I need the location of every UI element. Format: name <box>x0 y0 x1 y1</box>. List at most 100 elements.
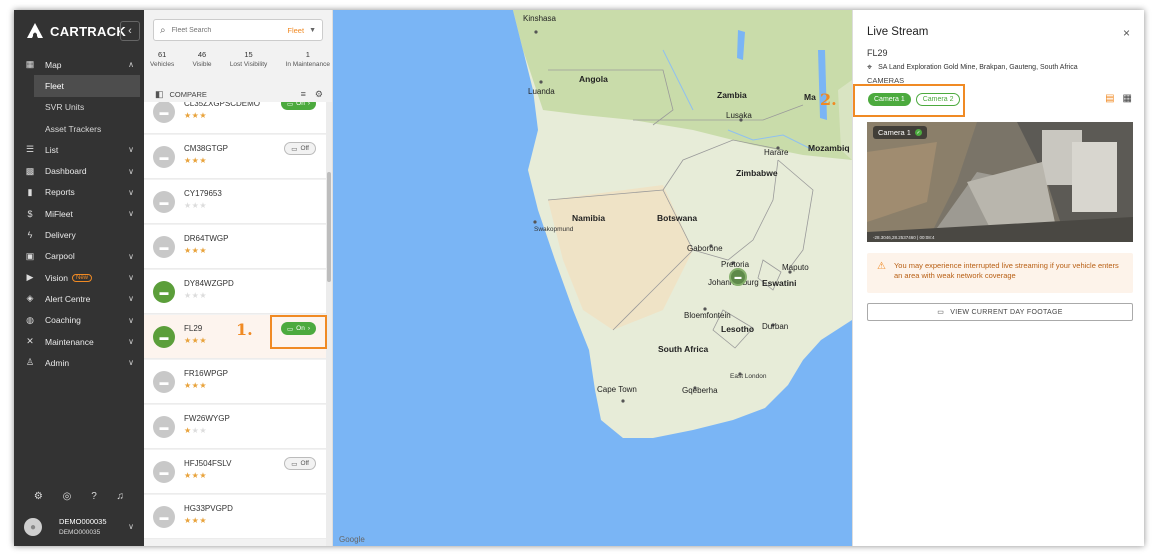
sidebar-item-vision[interactable]: ▶ Vision New ∨ <box>14 267 144 288</box>
camera-video-feed[interactable]: Camera 1 ✓ -28.3046,28.2537460 | 00:08:4 <box>867 122 1133 242</box>
camera-off-toggle[interactable]: ▭ Off <box>284 457 316 470</box>
fleet-search[interactable]: ⌕ Fleet ▼ <box>153 19 323 41</box>
gear-icon[interactable]: ⚙ <box>34 491 43 502</box>
vehicle-row[interactable]: ▬ CY179653 ★★★ <box>144 180 326 224</box>
sidebar-item-label: Vision <box>45 272 68 283</box>
sidebar-item-alert-centre[interactable]: ◈ Alert Centre ∨ <box>14 288 144 309</box>
vehicle-car-icon: ▬ <box>153 191 175 213</box>
search-filter-value[interactable]: Fleet <box>287 26 304 35</box>
video-icon: ▶ <box>26 272 34 283</box>
user-names: DEMO000035 DEMO000035 <box>59 516 107 538</box>
stat-lost-visibility[interactable]: 15 Lost Visibility <box>230 50 267 70</box>
search-input[interactable] <box>171 26 267 34</box>
layout-toggle: ▤ ▦ <box>1105 93 1132 104</box>
map-label-east-london: East London <box>730 373 767 380</box>
view-current-day-footage-button[interactable]: ▭ VIEW CURRENT DAY FOOTAGE <box>867 303 1133 321</box>
stat-label: Visible <box>192 61 212 68</box>
sidebar-item-coaching[interactable]: ◍ Coaching ∨ <box>14 310 144 331</box>
map-label-gqeberha: Gqeberha <box>682 386 718 395</box>
stat-vehicles[interactable]: 61 Vehicles <box>150 50 174 70</box>
sidebar-item-list[interactable]: ☰ List ∨ <box>14 139 144 160</box>
vehicle-row[interactable]: ▬ HG33PVGPD ★★★ <box>144 495 326 539</box>
stat-number: 61 <box>157 50 167 59</box>
camera-on-toggle[interactable]: ▭ On › <box>281 102 316 110</box>
chevron-down-icon: ∨ <box>128 273 134 283</box>
map-view[interactable]: Angola Zambia Namibia Botswana Zimbabwe … <box>333 10 852 546</box>
map-label-maputo: Maputo <box>782 263 809 272</box>
sidebar-subitem-svr-units[interactable]: SVR Units <box>14 97 144 118</box>
filter-icon[interactable]: ≡ <box>301 89 306 100</box>
star-icon: ★ <box>199 516 208 525</box>
vehicle-car-icon: ▬ <box>153 506 175 528</box>
help-icon[interactable]: ? <box>91 491 97 502</box>
map-label-bloemfontein: Bloemfontein <box>684 311 731 320</box>
star-icon: ★ <box>199 201 208 210</box>
sidebar-subitem-asset-trackers[interactable]: Asset Trackers <box>14 118 144 139</box>
bell-icon[interactable]: ♫ <box>117 491 125 502</box>
vehicle-row[interactable]: ▬ FW26WYGP ★★★ <box>144 405 326 449</box>
video-off-icon: ▭ <box>291 145 298 153</box>
sidebar-item-maintenance[interactable]: ✕ Maintenance ∨ <box>14 331 144 352</box>
sidebar-item-admin[interactable]: ♙ Admin ∨ <box>14 352 144 373</box>
bolt-icon: ϟ <box>27 230 33 241</box>
user-menu[interactable]: ● DEMO000035 DEMO000035 ∨ <box>14 508 144 546</box>
vehicle-rating-stars: ★★★ <box>184 201 207 210</box>
compare-label[interactable]: COMPARE <box>170 90 207 99</box>
video-off-icon: ▭ <box>291 460 298 468</box>
map-label-eswatini: Eswatini <box>762 278 797 288</box>
sidebar-subitem-fleet[interactable]: Fleet <box>34 75 140 97</box>
location-pin-icon: ⌖ <box>867 62 873 72</box>
camera-status-label: On <box>296 102 305 107</box>
sidebar-item-label: Delivery <box>45 230 76 241</box>
vehicle-name: FW26WYGP <box>184 414 230 423</box>
star-icon: ★ <box>184 156 192 165</box>
logo[interactable]: CARTRACK <box>26 20 126 42</box>
map-label-mozambique: Mozambiq <box>808 143 850 153</box>
vehicle-car-icon: ▬ <box>153 236 175 258</box>
map-label-kinshasa: Kinshasa <box>523 14 556 23</box>
single-view-icon[interactable]: ▤ <box>1105 93 1114 104</box>
star-icon: ★ <box>184 516 192 525</box>
sidebar-item-label: Maintenance <box>45 336 94 347</box>
camera-status-label: Off <box>300 145 309 152</box>
sidebar-item-dashboard[interactable]: ▩ Dashboard ∨ <box>14 160 144 181</box>
star-icon: ★ <box>199 471 208 480</box>
shield-icon[interactable]: ◎ <box>63 491 72 502</box>
vehicle-name: CY179653 <box>184 189 222 198</box>
grid-view-icon[interactable]: ▦ <box>1123 93 1132 104</box>
map-label-botswana: Botswana <box>657 213 698 223</box>
vehicle-row[interactable]: ▬ FR16WPGP ★★★ <box>144 360 326 404</box>
settings-icon[interactable]: ⚙ <box>315 89 323 100</box>
vehicle-car-icon: ▬ <box>153 281 175 303</box>
caret-down-icon[interactable]: ▼ <box>309 27 316 34</box>
sidebar-item-reports[interactable]: ▮ Reports ∨ <box>14 182 144 203</box>
compare-icon[interactable]: ◧ <box>155 89 164 100</box>
annotation-1: 1. <box>236 320 253 339</box>
dollar-icon: $ <box>27 208 33 219</box>
collapse-sidebar-button[interactable]: ‹ <box>120 21 140 41</box>
vehicle-row[interactable]: ▬ CL35ZXGPSCDEMO ★★★ ▭ On › <box>144 102 326 134</box>
vehicle-row[interactable]: ▬ DR64TWGP ★★★ <box>144 225 326 269</box>
vehicle-row[interactable]: ▬ CM38GTGP ★★★ ▭ Off <box>144 135 326 179</box>
vehicle-name: HG33PVGPD <box>184 504 233 513</box>
sidebar-item-carpool[interactable]: ▣ Carpool ∨ <box>14 246 144 267</box>
vehicle-name: FL29 <box>184 324 203 333</box>
sidebar-item-mifleet[interactable]: $ MiFleet ∨ <box>14 203 144 224</box>
map-label-angola: Angola <box>579 74 608 84</box>
scrollbar-thumb[interactable] <box>327 172 331 282</box>
vehicle-row[interactable]: ▬ DY84WZGPD ★★★ <box>144 270 326 314</box>
vehicle-map-marker[interactable]: ▬ <box>729 268 747 286</box>
map-label-lusaka: Lusaka <box>726 111 752 120</box>
sidebar-item-delivery[interactable]: ϟ Delivery <box>14 224 144 245</box>
star-icon: ★ <box>199 291 208 300</box>
vehicle-row[interactable]: ▬ HFJ504FSLV ★★★ ▭ Off <box>144 450 326 494</box>
stat-in-maintenance[interactable]: 1 In Maintenance <box>286 50 330 70</box>
stat-visible[interactable]: 46 Visible <box>193 50 212 70</box>
sidebar-item-map[interactable]: ▦ Map ∧ <box>14 54 144 75</box>
camera-off-toggle[interactable]: ▭ Off <box>284 142 316 155</box>
sidebar-item-label: Map <box>45 59 62 70</box>
coaching-icon: ◍ <box>26 314 34 325</box>
annotation-2: 2. <box>820 90 837 109</box>
vehicle-car-icon: ▬ <box>153 371 175 393</box>
close-icon[interactable]: × <box>1123 26 1130 40</box>
